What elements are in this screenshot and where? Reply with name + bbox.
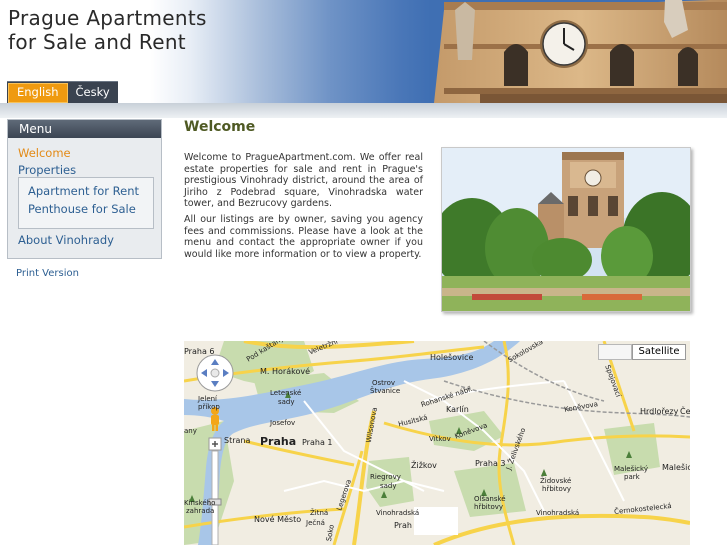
sidebar-menu: Menu Welcome Properties Apartment for Re… [7, 119, 162, 259]
intro-paragraph: Welcome to PragueApartment.com. We offer… [184, 152, 423, 209]
map-label: Vinohradská [376, 509, 420, 517]
map-label: Jelení [198, 395, 218, 403]
map-label: Žitná [310, 509, 329, 517]
clock-tower-image [434, 0, 727, 103]
map-label: Žižkov [411, 461, 437, 470]
map-label: hřbitovy [542, 485, 572, 493]
map-label-praha: Praha [260, 435, 297, 448]
language-switcher: English Česky [7, 81, 118, 103]
map-label: sady [380, 482, 397, 490]
map-label: Če [680, 407, 690, 416]
properties-submenu: Apartment for Rent Penthouse for Sale [18, 177, 154, 229]
vinohrady-tower-photo [441, 147, 691, 312]
map-label: Vinohradská [536, 509, 580, 517]
map-label: Kinského [184, 499, 216, 507]
map-label: Strana [224, 436, 251, 445]
map-label: Štvanice [370, 387, 401, 395]
zoom-in-button[interactable] [209, 438, 221, 450]
map-label: hřbitovy [474, 503, 504, 511]
map-label: M. Horákové [260, 367, 310, 376]
map-label: zahrada [186, 507, 215, 515]
zoom-slider[interactable] [209, 451, 221, 545]
lang-tab-english[interactable]: English [8, 83, 68, 103]
header-divider [0, 103, 727, 118]
sidebar-item-about-vinohrady[interactable]: About Vinohrady [18, 233, 114, 247]
map-label: Malešický [614, 465, 648, 473]
page-title: Welcome [184, 119, 256, 135]
map-label: Josefov [270, 419, 296, 427]
lang-tab-cesky[interactable]: Česky [68, 82, 118, 103]
listing-paragraph: All our listings are by owner, saving yo… [184, 214, 423, 260]
sidebar-item-welcome[interactable]: Welcome [18, 146, 71, 160]
map-label: sady [278, 398, 295, 406]
map-label: příkop [198, 403, 220, 411]
location-map[interactable]: Satellite Praha 6 M. Horákové Veletržní … [184, 341, 690, 545]
map-label: Letenské [270, 389, 302, 397]
map-label: Karlín [446, 405, 469, 414]
map-label: Praha 6 [184, 347, 215, 356]
map-label: Riegrovy [370, 473, 401, 481]
map-label: Olšanské [474, 495, 506, 503]
map-label: park [624, 473, 640, 481]
site-title-line2: for Sale and Rent [8, 30, 186, 54]
map-type-map-button[interactable] [598, 344, 632, 360]
map-label: Holešovice [430, 353, 474, 362]
print-version-link[interactable]: Print Version [16, 268, 79, 279]
map-label: Praha 1 [302, 438, 333, 447]
site-title: Prague Apartments for Sale and Rent [8, 6, 207, 54]
sidebar-item-properties[interactable]: Properties [18, 163, 76, 177]
map-label: Hrdlořezy [640, 407, 679, 416]
map-label: Ostrov [372, 379, 396, 387]
map-label: Židovské [540, 477, 572, 485]
map-label: Nové Město [254, 515, 302, 524]
map-label: Praha 3 [475, 459, 506, 468]
satellite-button[interactable]: Satellite [632, 344, 686, 360]
sidebar-item-penthouse-for-sale[interactable]: Penthouse for Sale [28, 202, 136, 216]
map-label: Vítkov [429, 435, 451, 443]
site-header: Prague Apartments for Sale and Rent Engl… [0, 0, 727, 103]
map-label: Malešic [662, 463, 690, 472]
map-pan-control[interactable] [197, 355, 233, 391]
sidebar-item-apartment-for-rent[interactable]: Apartment for Rent [28, 184, 139, 198]
map-label: any [184, 427, 197, 435]
map-label: Ječná [306, 519, 325, 527]
map-label: Prah [394, 521, 412, 530]
menu-heading: Menu [8, 120, 161, 138]
site-title-line1: Prague Apartments [8, 6, 207, 30]
